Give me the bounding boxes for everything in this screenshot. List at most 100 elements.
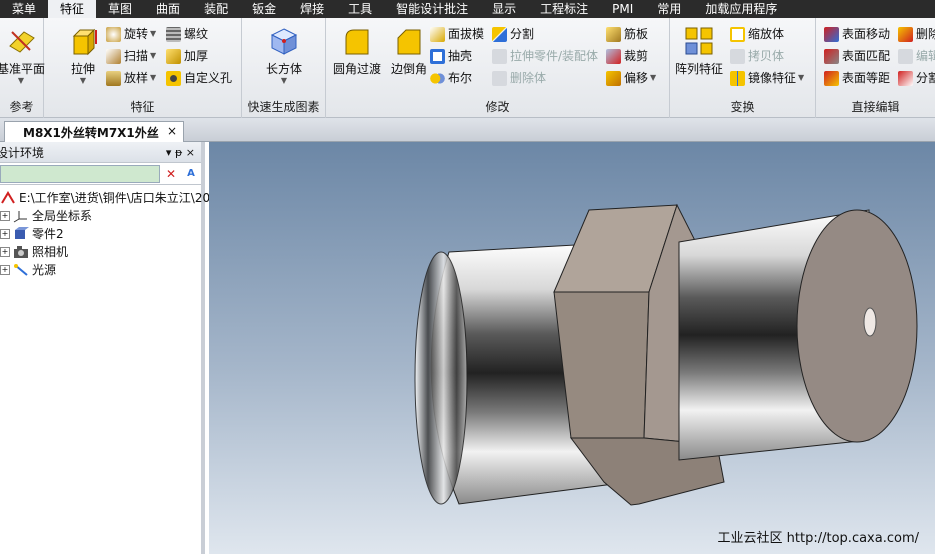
sweep-label: 扫描	[124, 49, 149, 63]
boolean-button[interactable]: 布尔	[430, 68, 472, 88]
tree-item-camera[interactable]: + 照相机	[0, 243, 201, 261]
scale-button[interactable]: 缩放体	[730, 24, 784, 44]
copy-body-button[interactable]: 拷贝体	[730, 46, 784, 66]
remove-body-icon	[492, 70, 507, 86]
box-icon	[269, 26, 299, 56]
expand-icon[interactable]: +	[0, 265, 10, 275]
group-label-quick: 快速生成图素	[247, 100, 320, 114]
thread-button[interactable]: 螺纹	[166, 24, 208, 44]
chamfer-button[interactable]: 边倒角	[384, 26, 434, 77]
edit-face-icon	[898, 48, 913, 64]
box-button[interactable]: 长方体 ▼	[259, 26, 309, 85]
delete-face-label: 删除	[916, 27, 935, 41]
panel-controls[interactable]: ▾ ᵽ ×	[166, 146, 195, 159]
menu-item-surface[interactable]: 曲面	[144, 0, 192, 18]
split-face-icon	[898, 70, 913, 86]
face-move-button[interactable]: 表面移动	[824, 24, 890, 44]
loft-button[interactable]: 放样 ▼	[106, 68, 156, 88]
revolve-button[interactable]: 旋转 ▼	[106, 24, 156, 44]
shell-button[interactable]: 抽壳	[430, 46, 472, 66]
menu-item-sheetmetal[interactable]: 钣金	[240, 0, 288, 18]
expand-icon[interactable]: +	[0, 211, 10, 221]
menu-item-weld[interactable]: 焊接	[288, 0, 336, 18]
trim-label: 裁剪	[624, 49, 649, 63]
panel-header: 设计环境 ▾ ᵽ ×	[0, 142, 201, 163]
chamfer-icon	[394, 26, 424, 56]
group-label-reference: 参考	[9, 100, 34, 114]
draft-label: 面拔模	[448, 27, 485, 41]
part-icon	[13, 227, 29, 241]
fillet-label: 圆角过渡	[332, 62, 381, 76]
custom-hole-button[interactable]: 自定义孔	[166, 68, 232, 88]
extrude-button[interactable]: 拉伸 ▼	[58, 26, 108, 85]
delete-face-button[interactable]: 删除	[898, 24, 935, 44]
chevron-down-icon: ▼	[150, 73, 157, 82]
menu-item-tools[interactable]: 工具	[336, 0, 384, 18]
split-button[interactable]: 分割	[492, 24, 534, 44]
edit-face-button[interactable]: 编辑	[898, 46, 935, 66]
shell-icon	[430, 48, 445, 64]
menu-item-feature[interactable]: 特征	[48, 0, 97, 18]
design-tree: E:\工作室\进货\铜件\店口朱立江\20 + 全局坐标系 + 零件2 + 照相…	[0, 185, 210, 279]
extrude-icon	[68, 26, 98, 56]
extrude-label: 拉伸	[70, 62, 95, 76]
group-label-feature: 特征	[130, 100, 155, 114]
expand-icon[interactable]: +	[0, 229, 10, 239]
tree-item-label: E:\工作室\进货\铜件\店口朱立江\20	[19, 191, 211, 205]
offset-button[interactable]: 偏移 ▼	[606, 68, 656, 88]
delete-face-icon	[898, 26, 913, 42]
datum-plane-button[interactable]: 基准平面 ▼	[0, 26, 46, 85]
rib-icon	[606, 26, 621, 42]
split-icon	[492, 26, 507, 42]
group-reference: 基准平面 ▼ 参考	[0, 18, 46, 118]
rib-button[interactable]: 筋板	[606, 24, 648, 44]
watermark: 工业云社区 http://top.caxa.com/	[717, 531, 919, 546]
chevron-down-icon: ▼	[650, 73, 657, 82]
menu-item-menu[interactable]: 菜单	[0, 0, 48, 18]
datum-plane-label: 基准平面	[0, 62, 45, 76]
remove-body-button[interactable]: 删除体	[492, 68, 546, 88]
menu-item-assembly[interactable]: 装配	[192, 0, 240, 18]
extrude-part-button[interactable]: 拉伸零件/装配体	[492, 46, 598, 66]
sweep-button[interactable]: 扫描 ▼	[106, 46, 156, 66]
menu-item-common[interactable]: 常用	[645, 0, 693, 18]
document-tab[interactable]: M8X1外丝转M7X1外丝 ×	[4, 121, 184, 142]
split-label: 分割	[510, 27, 535, 41]
thicken-button[interactable]: 加厚	[166, 46, 208, 66]
expand-icon[interactable]: +	[0, 247, 10, 257]
pattern-icon	[684, 26, 714, 56]
menu-item-display[interactable]: 显示	[480, 0, 528, 18]
face-equidistant-label: 表面等距	[842, 71, 891, 85]
search-input[interactable]	[0, 164, 160, 183]
face-equidistant-button[interactable]: 表面等距	[824, 68, 890, 88]
panel-search-bar: ✕ A	[0, 163, 201, 185]
menu-item-sketch[interactable]: 草图	[96, 0, 144, 18]
menu-item-engineering-annotation[interactable]: 工程标注	[528, 0, 600, 18]
boolean-label: 布尔	[448, 71, 473, 85]
fillet-button[interactable]: 圆角过渡	[332, 26, 382, 77]
tree-item-label: 全局坐标系	[32, 209, 93, 223]
thread-label: 螺纹	[184, 27, 209, 41]
hole-icon	[166, 70, 181, 86]
clear-search-icon[interactable]: ✕	[162, 165, 180, 183]
filter-icon[interactable]: A	[182, 165, 200, 183]
pattern-button[interactable]: 阵列特征	[674, 26, 724, 77]
tree-item-light[interactable]: + 光源	[0, 261, 201, 279]
face-match-button[interactable]: 表面匹配	[824, 46, 890, 66]
menu-item-pmi[interactable]: PMI	[600, 0, 645, 18]
menu-item-addins[interactable]: 加载应用程序	[693, 0, 789, 18]
scale-label: 缩放体	[748, 27, 785, 41]
menu-item-smart-annotation[interactable]: 智能设计批注	[384, 0, 480, 18]
tree-item-part[interactable]: + 零件2	[0, 225, 201, 243]
close-icon[interactable]: ×	[167, 124, 177, 138]
draft-button[interactable]: 面拔模	[430, 24, 484, 44]
tree-item-root[interactable]: E:\工作室\进货\铜件\店口朱立江\20	[0, 189, 210, 207]
mirror-button[interactable]: 镜像特征 ▼	[730, 68, 804, 88]
thicken-label: 加厚	[184, 49, 209, 63]
split-face-button[interactable]: 分割	[898, 68, 935, 88]
3d-viewport[interactable]: 工业云社区 http://top.caxa.com/	[209, 142, 935, 554]
tree-item-global-coordinate[interactable]: + 全局坐标系	[0, 207, 201, 225]
chevron-down-icon: ▼	[17, 76, 25, 85]
trim-button[interactable]: 裁剪	[606, 46, 648, 66]
chevron-down-icon: ▼	[280, 76, 288, 85]
